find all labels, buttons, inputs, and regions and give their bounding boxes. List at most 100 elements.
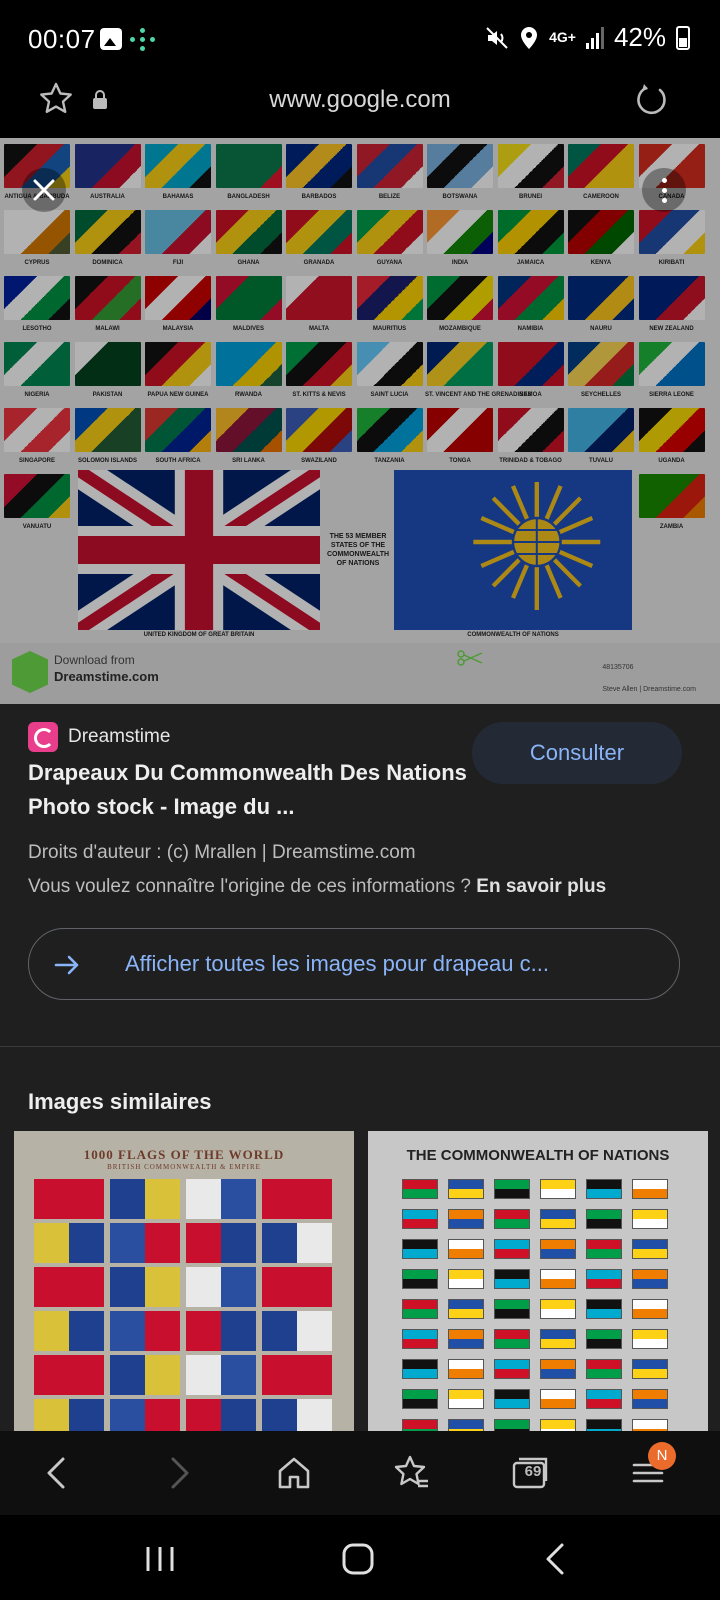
image-id: 48135706: [602, 664, 634, 671]
collage-center-text: THE 53 MEMBER STATES OF THE COMMONWEALTH…: [326, 533, 390, 567]
flag-cell: TONGA: [425, 408, 495, 474]
reload-icon[interactable]: [634, 82, 670, 118]
thumb-flag: [402, 1269, 438, 1289]
flag-swatch: [497, 276, 564, 320]
flag-swatch: [145, 144, 211, 188]
flag-swatch: [497, 144, 564, 188]
flag-cell: CYPRUS: [2, 210, 72, 276]
thumb-flag: [402, 1179, 438, 1199]
flag-swatch: [145, 342, 211, 386]
flag-caption: BOTSWANA: [442, 194, 478, 200]
back-icon[interactable]: [38, 1453, 78, 1493]
recent-apps-icon[interactable]: [140, 1539, 180, 1579]
thumb-flag: [448, 1389, 484, 1409]
view-all-images-button[interactable]: Afficher toutes les images pour drapeau …: [28, 928, 680, 1000]
url-text[interactable]: www.google.com: [0, 86, 720, 114]
thumb-flag: [402, 1359, 438, 1379]
home-icon[interactable]: [274, 1453, 314, 1493]
thumb-flag: [448, 1419, 484, 1431]
thumb-flag: [262, 1355, 332, 1395]
flag-caption: TUVALU: [589, 458, 613, 464]
flag-caption: ZAMBIA: [659, 524, 684, 530]
flag-swatch: [568, 144, 634, 188]
thumb-flag: [586, 1419, 622, 1431]
flag-cell: NIGERIA: [2, 342, 72, 408]
flag-cell: MALAWI: [73, 276, 143, 342]
similar-image-thumb-1[interactable]: 1000 FLAGS OF THE WORLD BRITISH COMMONWE…: [14, 1131, 354, 1431]
thumb-flag: [262, 1179, 332, 1219]
thumb-flag: [586, 1389, 622, 1409]
flag-swatch: [638, 276, 705, 320]
browser-toolbar: [0, 1431, 720, 1515]
similar-images-heading: Images similaires: [28, 1089, 212, 1114]
thumb-flag: [632, 1239, 668, 1259]
flag-swatch: [497, 408, 564, 452]
flag-swatch: [356, 276, 423, 320]
flag-caption: MALDIVES: [232, 326, 264, 332]
thumb-flag: [110, 1179, 180, 1219]
thumb-flag: [540, 1419, 576, 1431]
thumb-flag: [494, 1269, 530, 1289]
thumb-flag: [402, 1239, 438, 1259]
mute-icon: [486, 26, 508, 49]
image-preview[interactable]: UNITED KINGDOM OF GREAT BRITAIN THE 53 M…: [0, 138, 720, 704]
system-home-icon[interactable]: [338, 1539, 378, 1579]
thumb-2-title: THE COMMONWEALTH OF NATIONS: [406, 1147, 670, 1164]
thumb-flag: [448, 1209, 484, 1229]
flag-cell: ST. VINCENT AND THE GRENADINES: [425, 342, 531, 408]
system-navigation-bar: [0, 1515, 720, 1600]
dreamstime-logo-icon: [12, 651, 48, 693]
flag-caption: DOMINICA: [92, 260, 123, 266]
network-type: 4G+: [549, 29, 576, 45]
flag-cell: SWAZILAND: [284, 408, 354, 474]
thumb-flag: [448, 1359, 484, 1379]
thumb-flag: [110, 1311, 180, 1351]
flag-caption: MAURITIUS: [372, 326, 407, 332]
flag-caption: NAURU: [590, 326, 612, 332]
thumb-flag: [632, 1299, 668, 1319]
flag-caption: AUSTRALIA: [90, 194, 125, 200]
source-row[interactable]: Dreamstime: [28, 722, 170, 752]
thumb-flag: [262, 1399, 332, 1431]
flag-cell: BELIZE: [355, 144, 425, 210]
flag-cell: SINGAPORE: [2, 408, 72, 474]
thumb-flag: [494, 1239, 530, 1259]
flag-swatch: [568, 276, 634, 320]
close-image-button[interactable]: [22, 168, 66, 212]
flag-caption: INDIA: [451, 260, 469, 266]
flag-collage: UNITED KINGDOM OF GREAT BRITAIN THE 53 M…: [0, 138, 720, 643]
author-credit: Steve Allen | Dreamstime.com: [602, 686, 696, 693]
watermark-strip: Download from Dreamstime.com 48135706 St…: [0, 643, 720, 704]
consult-button[interactable]: Consulter: [472, 722, 682, 784]
bookmarks-icon[interactable]: [392, 1453, 432, 1493]
flag-cell: MOZAMBIQUE: [425, 276, 495, 342]
thumb-flag: [186, 1267, 256, 1307]
flag-swatch: [427, 276, 493, 320]
forward-icon[interactable]: [158, 1453, 198, 1493]
thumb-1-subtitle: BRITISH COMMONWEALTH & EMPIRE: [107, 1163, 261, 1171]
learn-more-link[interactable]: En savoir plus: [476, 876, 606, 897]
dreamstime-favicon-icon: [28, 722, 58, 752]
thumb-flag: [110, 1355, 180, 1395]
thumb-flag: [110, 1267, 180, 1307]
flag-cell: GUYANA: [355, 210, 425, 276]
image-title[interactable]: Drapeaux Du Commonwealth Des Nations Pho…: [28, 756, 468, 824]
thumb-flag: [34, 1267, 104, 1307]
more-options-button[interactable]: [642, 168, 686, 212]
similar-image-thumb-2[interactable]: THE COMMONWEALTH OF NATIONS: [368, 1131, 708, 1431]
flag-caption: SAINT LUCIA: [370, 392, 409, 398]
flag-cell: KENYA: [566, 210, 636, 276]
thumb-flag: [402, 1329, 438, 1349]
flag-cell: BAHAMAS: [143, 144, 213, 210]
flag-cell: NAMIBIA: [496, 276, 566, 342]
flag-caption: PAKISTAN: [92, 392, 123, 398]
flag-cell: TANZANIA: [355, 408, 425, 474]
flag-cell: FIJI: [143, 210, 213, 276]
flag-swatch: [427, 210, 493, 254]
thumb-flag: [494, 1419, 530, 1431]
thumb-flag: [448, 1299, 484, 1319]
thumb-flag: [448, 1179, 484, 1199]
flag-cell: AUSTRALIA: [73, 144, 143, 210]
thumb-flag: [110, 1399, 180, 1431]
system-back-icon[interactable]: [536, 1539, 576, 1579]
